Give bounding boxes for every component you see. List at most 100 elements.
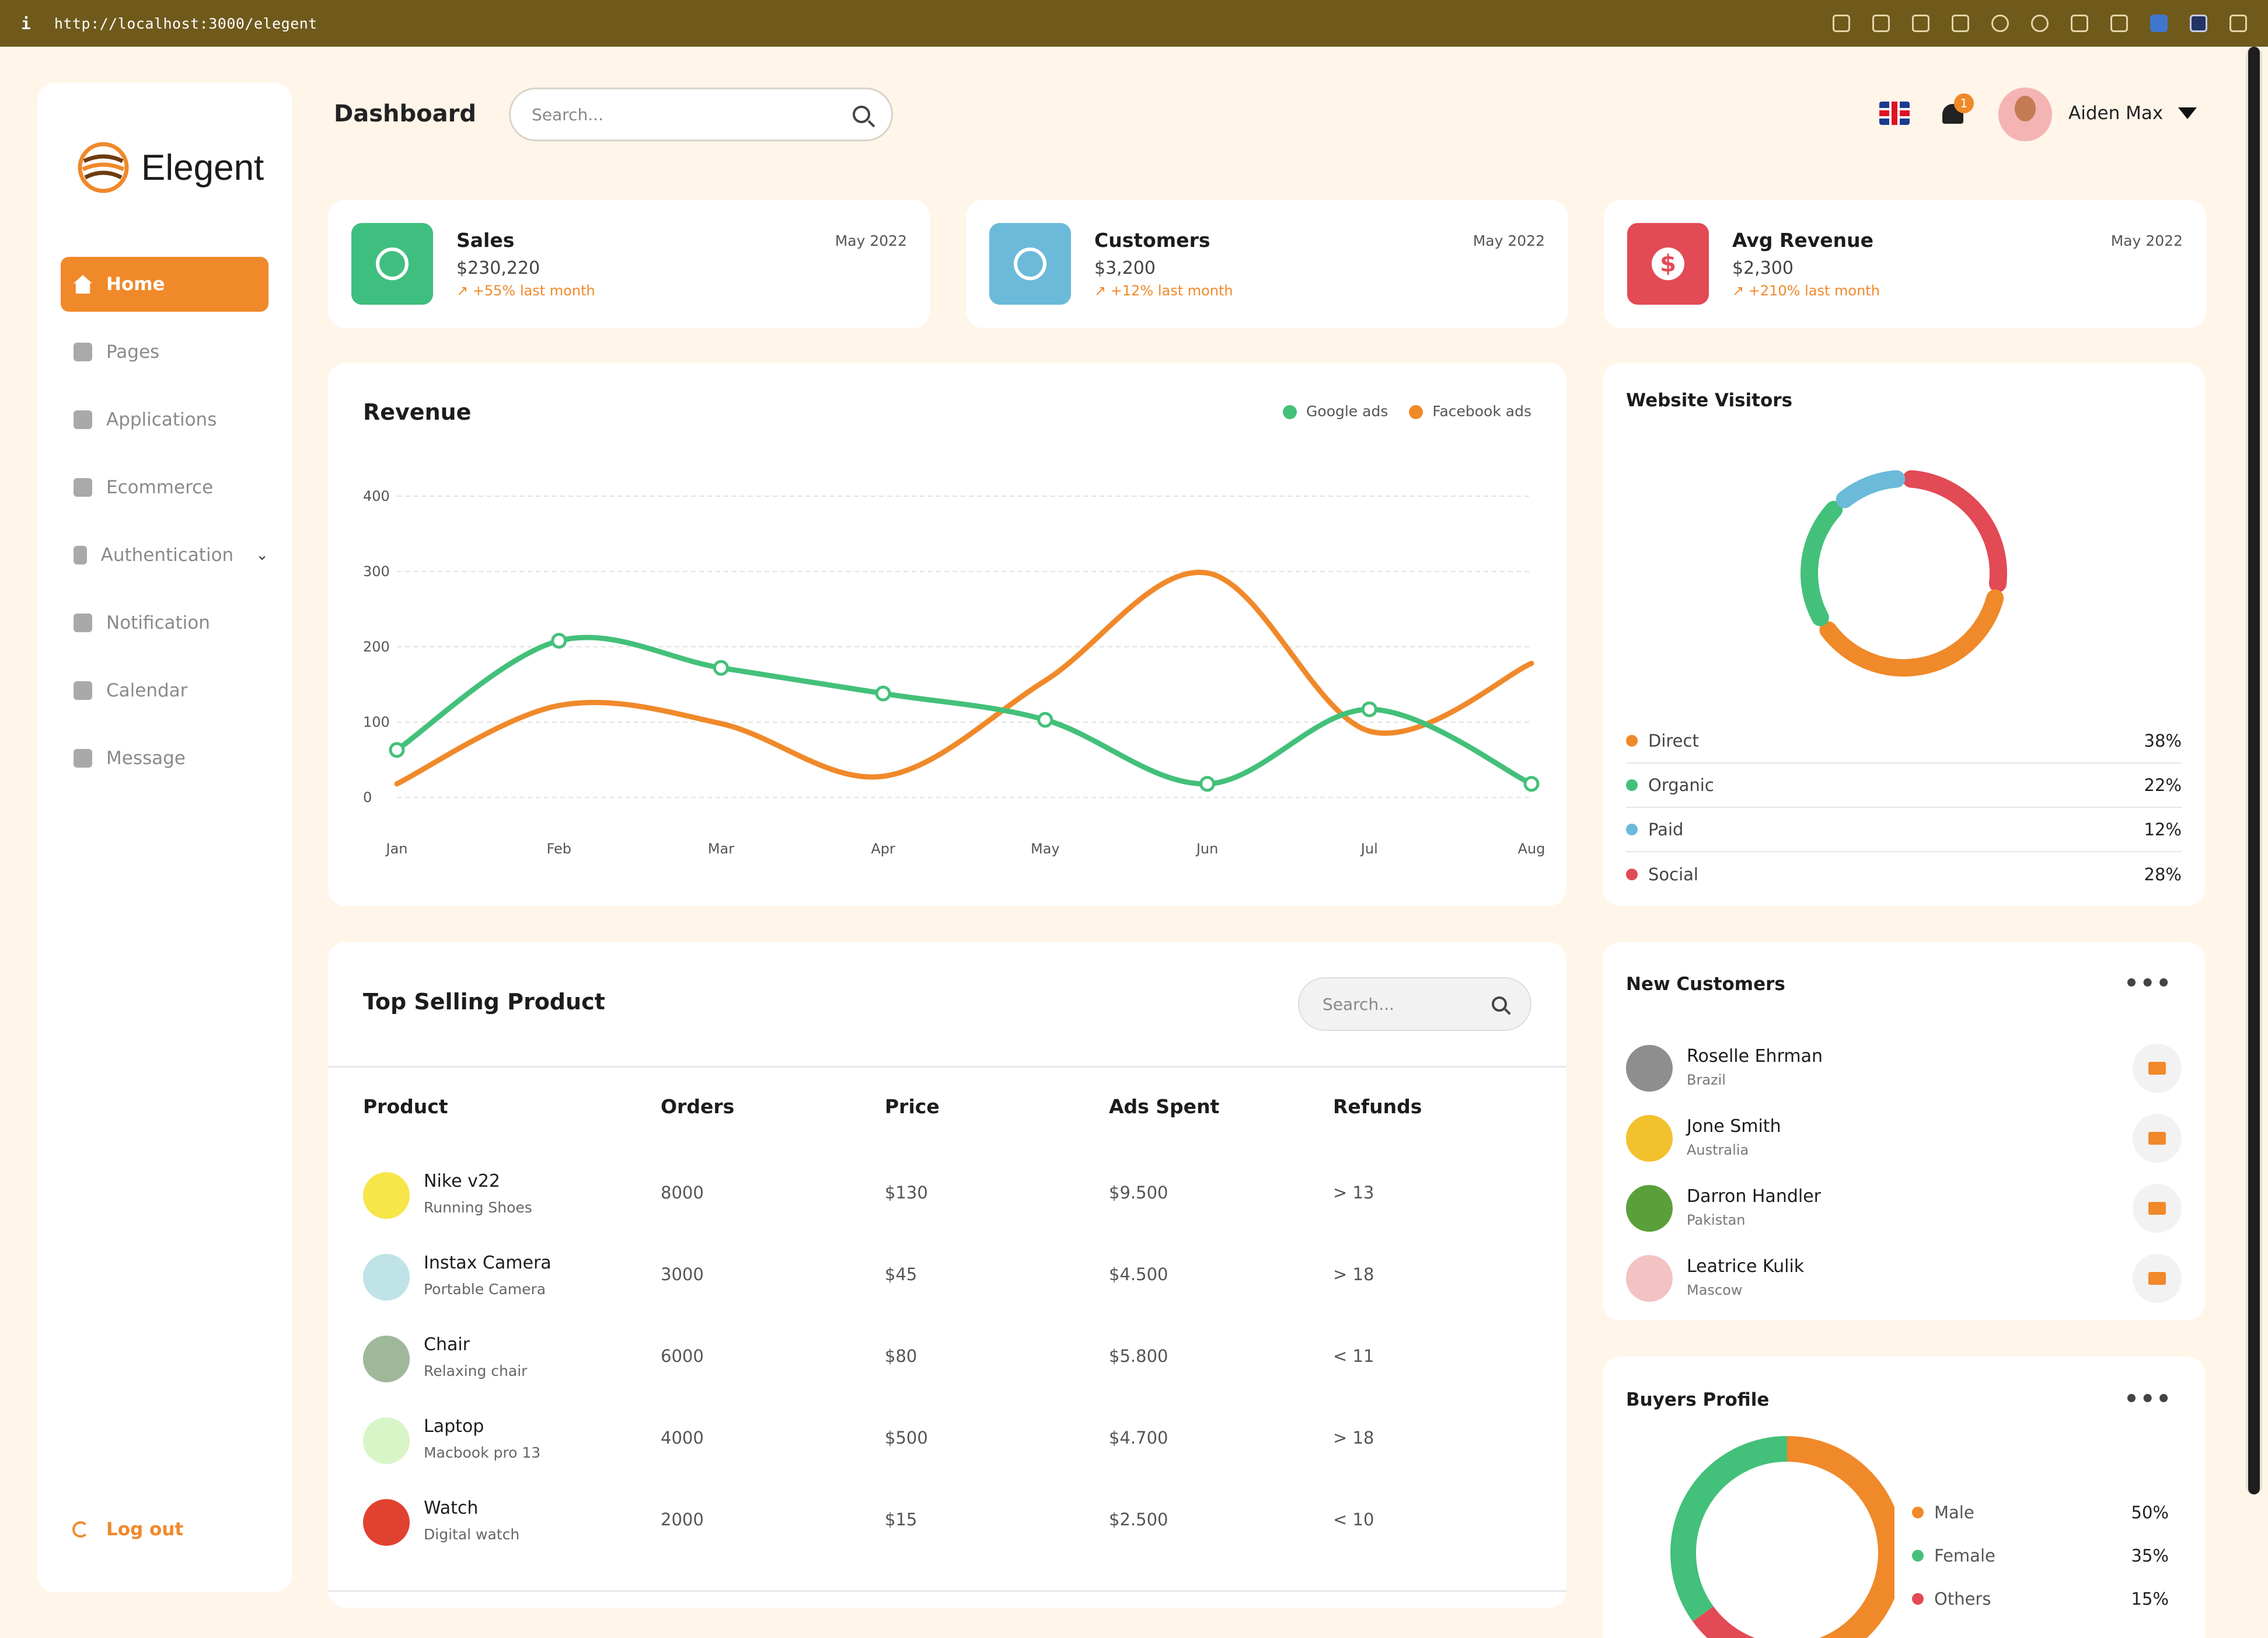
trend-up-icon: ↗ xyxy=(1094,283,1111,299)
message-customer-button[interactable] xyxy=(2133,1044,2182,1093)
page-scrollbar[interactable] xyxy=(2246,47,2262,1494)
visitors-item-organic[interactable]: Organic 22% xyxy=(1626,764,2182,808)
stat-card-avg-revenue: $ Avg Revenue $2,300 ↗ +210% last month May … xyxy=(1604,200,2206,328)
column-header-refunds[interactable]: Refunds xyxy=(1333,1095,1422,1118)
visitors-segment-direct[interactable] xyxy=(1819,589,2004,677)
user-name[interactable]: Aiden Max xyxy=(2068,103,2163,124)
product-name: Chair xyxy=(424,1334,470,1355)
data-point[interactable] xyxy=(551,633,567,649)
buyers-segment-others[interactable] xyxy=(1693,1606,1787,1638)
table-row[interactable]: Instax Camera Portable Camera 3000 $45 $4.50… xyxy=(328,1235,1566,1317)
stat-title: Avg Revenue xyxy=(1732,229,1874,252)
table-row[interactable]: Chair Relaxing chair 6000 $80 $5.800 < 11 xyxy=(328,1317,1566,1399)
visitors-pct: 12% xyxy=(2144,820,2182,839)
product-refunds: > 18 xyxy=(1333,1428,1374,1448)
user-avatar[interactable] xyxy=(1998,88,2052,141)
table-row[interactable]: Nike v22 Running Shoes 8000 $130 $9.500 > 13 xyxy=(328,1153,1566,1235)
browser-toolbar xyxy=(1833,15,2247,32)
url-text[interactable]: http://localhost:3000/elegent xyxy=(54,15,317,32)
notification-bell-button[interactable]: 1 xyxy=(1940,93,1974,127)
ci-icon[interactable] xyxy=(2110,15,2128,32)
sidebar-toggle-icon[interactable] xyxy=(2229,15,2247,32)
visitors-item-direct[interactable]: Direct 38% xyxy=(1626,719,2182,764)
visitors-item-social[interactable]: Social 28% xyxy=(1626,852,2182,897)
sidebar-item-label: Home xyxy=(106,274,165,295)
buyers-item-female[interactable]: Female 35% xyxy=(1912,1534,2169,1577)
customer-name: Roselle Ehrman xyxy=(1687,1046,1823,1067)
legend-dot xyxy=(1626,779,1638,791)
buyers-segment-male[interactable] xyxy=(1787,1436,1894,1638)
customer-name: Leatrice Kulik xyxy=(1687,1256,1805,1277)
link-icon[interactable] xyxy=(1833,15,1850,32)
extension-icon[interactable] xyxy=(2071,15,2088,32)
customer-row[interactable]: Darron Handler Pakistan xyxy=(1626,1182,2182,1238)
x-tick-label: Jun xyxy=(1195,841,1218,857)
table-row[interactable]: Watch Digital watch 2000 $15 $2.500 < 10 xyxy=(328,1480,1566,1562)
sidebar-item-applications[interactable]: Applications xyxy=(61,392,268,447)
visitors-item-paid[interactable]: Paid 12% xyxy=(1626,808,2182,852)
globe-icon[interactable] xyxy=(1991,15,2009,32)
new-customers-more-icon[interactable]: ••• xyxy=(2124,970,2172,997)
message-customer-button[interactable] xyxy=(2133,1114,2182,1163)
uk-flag-icon[interactable] xyxy=(1879,102,1910,125)
chevron-down-icon[interactable]: ⌄ xyxy=(256,546,268,564)
table-row[interactable]: Laptop Macbook pro 13 4000 $500 $4.700 > 18 xyxy=(328,1399,1566,1480)
data-point[interactable] xyxy=(1523,776,1540,792)
data-point[interactable] xyxy=(389,742,405,758)
stat-trend-text: +12% last month xyxy=(1110,283,1233,299)
data-point[interactable] xyxy=(1037,712,1053,728)
search-icon[interactable] xyxy=(853,106,870,123)
data-point[interactable] xyxy=(1199,776,1216,792)
visitors-pct: 28% xyxy=(2144,865,2182,884)
product-name: Laptop xyxy=(424,1416,484,1437)
buyers-item-others[interactable]: Others 15% xyxy=(1912,1577,2169,1620)
sidebar-item-authentication[interactable]: Authentication ⌄ xyxy=(61,528,268,583)
user-menu-caret-icon[interactable] xyxy=(2178,107,2197,119)
customer-row[interactable]: Leatrice Kulik Mascow xyxy=(1626,1252,2182,1308)
data-point[interactable] xyxy=(1361,701,1377,717)
series-line-facebook-ads xyxy=(394,570,1534,787)
j-extension-icon[interactable] xyxy=(2190,15,2207,32)
camera-icon[interactable] xyxy=(1912,15,1929,32)
buyers-segment-female[interactable] xyxy=(1670,1436,1788,1622)
sidebar-item-message[interactable]: Message xyxy=(61,731,268,786)
visitors-segment-social[interactable] xyxy=(1902,470,2007,593)
stat-icon-glyph: $ xyxy=(1652,248,1684,280)
sidebar-item-pages[interactable]: Pages xyxy=(61,325,268,379)
column-header-product[interactable]: Product xyxy=(363,1095,448,1118)
column-header-price[interactable]: Price xyxy=(885,1095,940,1118)
data-point[interactable] xyxy=(713,660,729,676)
scrollbar-thumb[interactable] xyxy=(2248,47,2260,1494)
sidebar-item-ecommerce[interactable]: Ecommerce xyxy=(61,460,268,515)
message-customer-button[interactable] xyxy=(2133,1254,2182,1303)
product-refunds: < 10 xyxy=(1333,1510,1374,1529)
search-icon[interactable] xyxy=(1492,996,1507,1012)
page-title: Dashboard xyxy=(334,100,476,127)
sidebar-item-calendar[interactable]: Calendar xyxy=(61,663,268,718)
visitors-segment-paid[interactable] xyxy=(1836,470,1906,508)
sidebar-item-notification[interactable]: Notification xyxy=(61,595,268,650)
screenshot-icon[interactable] xyxy=(1872,15,1890,32)
site-info-icon[interactable]: i xyxy=(21,14,31,33)
sidebar-item-home[interactable]: Home xyxy=(61,257,268,312)
pages-icon xyxy=(74,343,92,361)
customer-avatar xyxy=(1626,1185,1673,1232)
logout-button[interactable]: Log out xyxy=(72,1519,183,1540)
data-point[interactable] xyxy=(875,685,891,702)
column-header-orders[interactable]: Orders xyxy=(661,1095,734,1118)
message-customer-button[interactable] xyxy=(2133,1184,2182,1233)
product-name: Nike v22 xyxy=(424,1171,501,1191)
buyers-profile-more-icon[interactable]: ••• xyxy=(2124,1386,2172,1413)
product-search-input[interactable]: Search... xyxy=(1298,977,1531,1031)
column-header-ads-spent[interactable]: Ads Spent xyxy=(1109,1095,1219,1118)
window-icon[interactable] xyxy=(1952,15,1969,32)
header-search-input[interactable]: Search... xyxy=(509,88,893,141)
customer-row[interactable]: Roselle Ehrman Brazil xyxy=(1626,1041,2182,1097)
brand-logo[interactable]: Elegent xyxy=(77,141,264,194)
customer-row[interactable]: Jone Smith Australia xyxy=(1626,1111,2182,1167)
buyers-item-male[interactable]: Male 50% xyxy=(1912,1491,2169,1534)
notification-badge: 1 xyxy=(1954,93,1974,113)
visitors-segment-organic[interactable] xyxy=(1801,500,1843,626)
target-icon[interactable] xyxy=(2031,15,2049,32)
translate-icon[interactable] xyxy=(2150,15,2168,32)
